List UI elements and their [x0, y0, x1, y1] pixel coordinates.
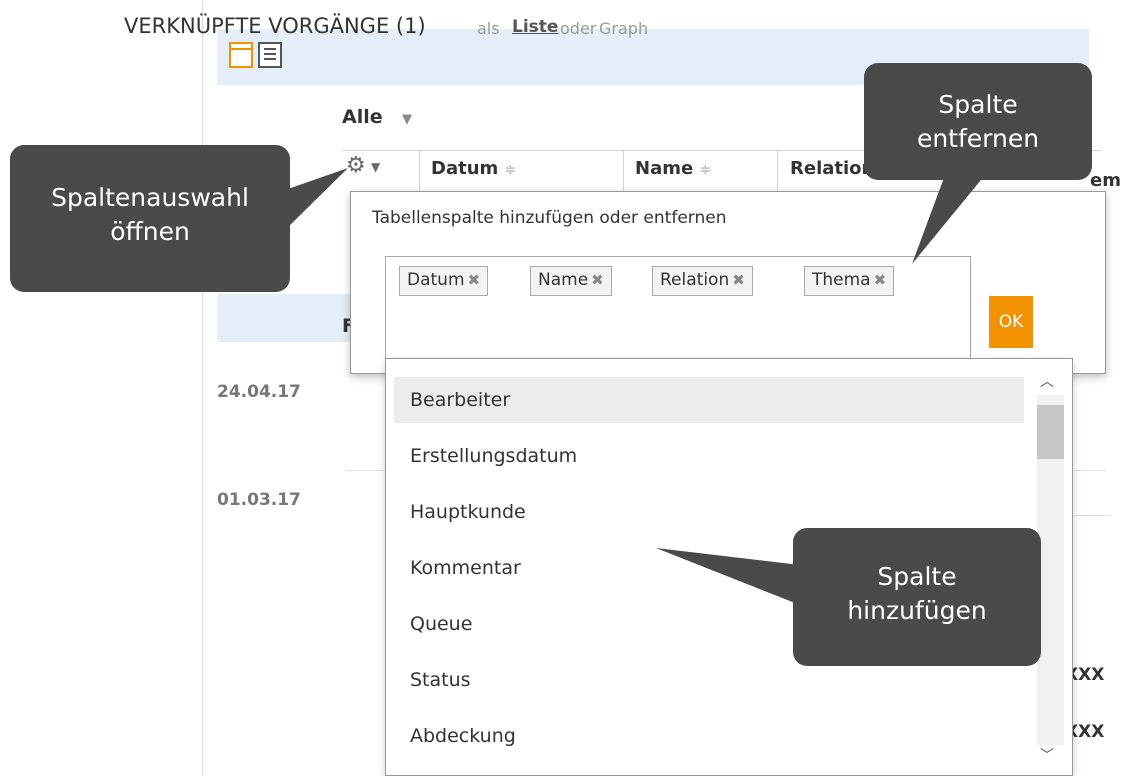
callout-pointer-add-column [656, 548, 800, 605]
callout-text: Spalte [938, 90, 1018, 119]
callout-text: öffnen [110, 217, 190, 246]
callout-text: Spaltenauswahl [51, 183, 249, 212]
callout-text: entfernen [916, 124, 1040, 153]
callout-text: Spalte [877, 562, 957, 591]
callout-add-column: Spalte hinzufügen [793, 528, 1041, 666]
callout-pointer-remove-column [912, 175, 985, 264]
callout-text: hinzufügen [847, 596, 987, 625]
callout-open-columns: Spaltenauswahl öffnen [10, 145, 290, 292]
callout-remove-column: Spalte entfernen [864, 63, 1092, 180]
callout-pointer-open-columns [285, 168, 348, 230]
